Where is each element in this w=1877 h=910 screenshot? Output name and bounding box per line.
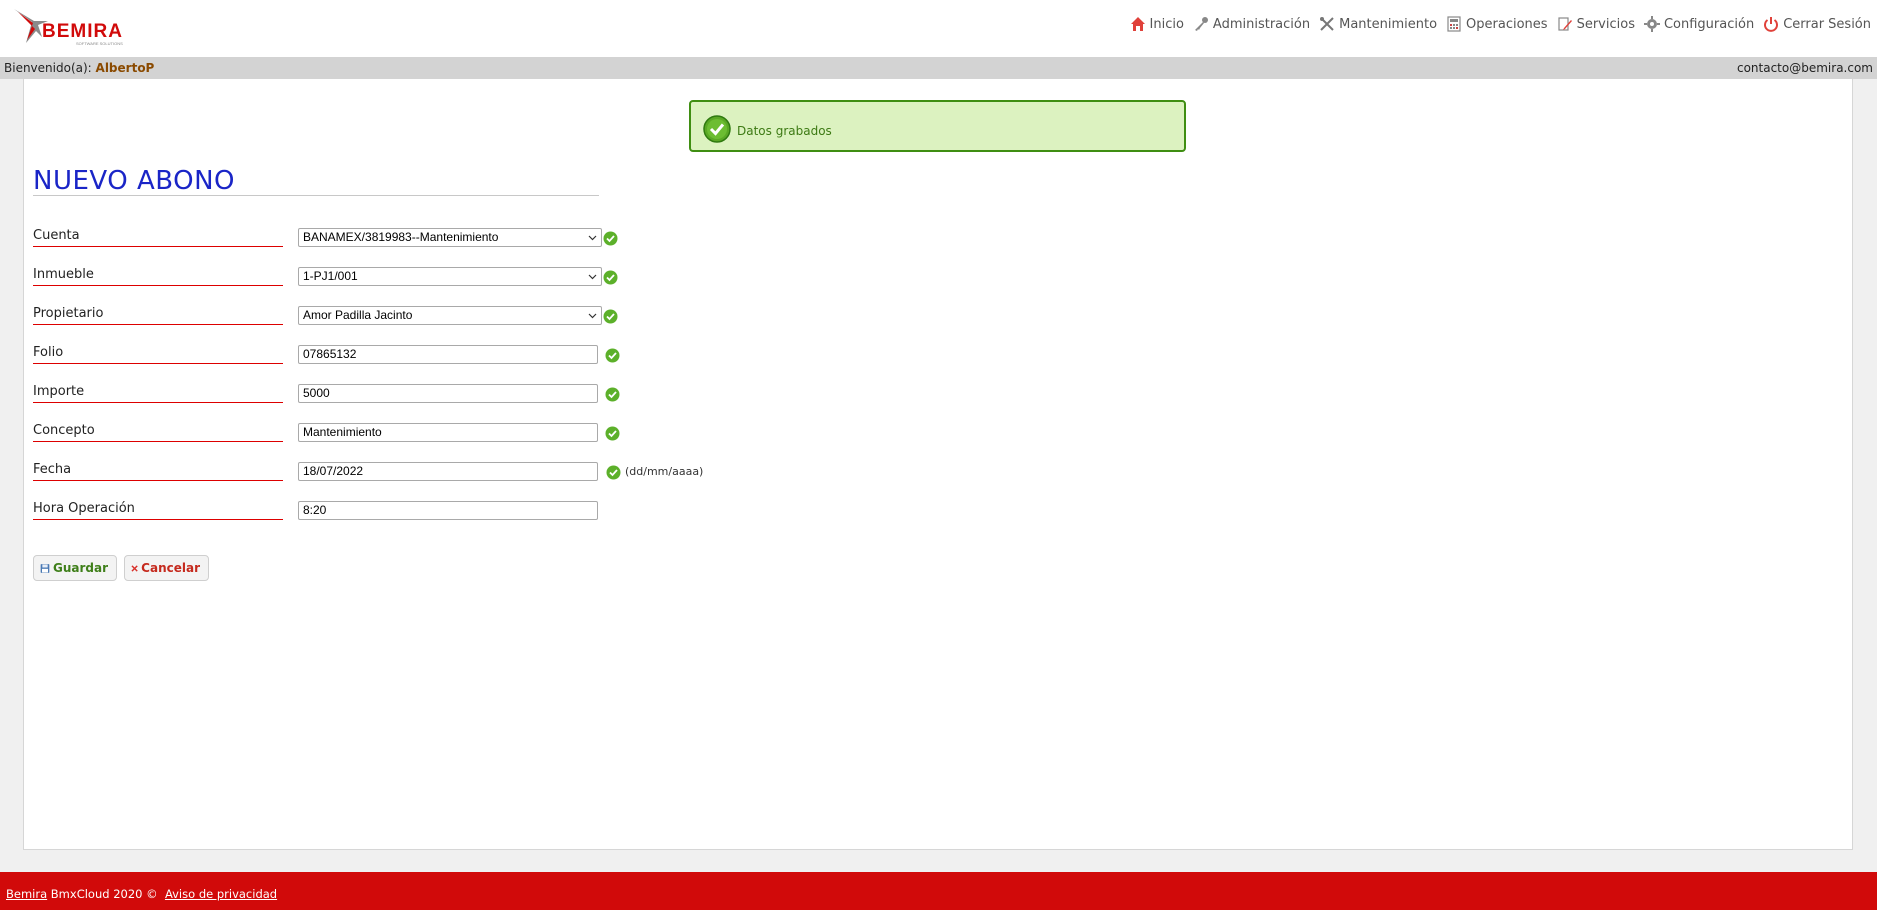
cancel-button-label: Cancelar (141, 561, 200, 575)
nav-mantenimiento[interactable]: Mantenimiento (1319, 16, 1437, 32)
welcome-bar: Bienvenido(a): AlbertoP contacto@bemira.… (0, 57, 1877, 79)
valid-check-icon (605, 426, 620, 441)
privacy-link[interactable]: Aviso de privacidad (165, 887, 277, 901)
nav-operaciones[interactable]: Operaciones (1446, 16, 1548, 32)
nav-servicios-label: Servicios (1576, 16, 1635, 32)
folio-input[interactable]: 07865132 (298, 345, 598, 364)
floppy-disk-icon (40, 563, 50, 573)
page-title: NUEVO ABONO (33, 166, 236, 196)
nav-administracion[interactable]: Administración (1193, 16, 1310, 32)
footer-brand-link[interactable]: Bemira (6, 887, 47, 901)
header: BEMIRA SOFTWARE SOLUTIONS Inicio Adminis… (0, 0, 1877, 57)
footer-content: Bemira BmxCloud 2020 © Aviso de privacid… (6, 887, 277, 901)
cuenta-label: Cuenta (33, 228, 283, 247)
chevron-down-icon (588, 235, 597, 241)
nav-inicio-label: Inicio (1149, 16, 1184, 32)
close-icon (131, 564, 138, 572)
nav-operaciones-label: Operaciones (1466, 16, 1548, 32)
valid-check-icon (603, 309, 618, 324)
title-divider (33, 195, 599, 196)
hora-label: Hora Operación (33, 501, 283, 520)
row-propietario: Propietario Amor Padilla Jacinto (33, 306, 733, 336)
fecha-label: Fecha (33, 462, 283, 481)
contact-email: contacto@bemira.com (1736, 61, 1873, 75)
check-circle-icon (703, 115, 731, 143)
inmueble-value: 1-PJ1/001 (303, 269, 358, 283)
nav-configuracion[interactable]: Configuración (1643, 16, 1755, 32)
home-icon (1130, 17, 1145, 31)
chevron-down-icon (588, 313, 597, 319)
logo-tagline: SOFTWARE SOLUTIONS (76, 41, 123, 46)
folio-label: Folio (33, 345, 283, 364)
welcome-text: Bienvenido(a): AlbertoP (4, 61, 154, 75)
row-importe: Importe 5000 (33, 384, 733, 414)
row-inmueble: Inmueble 1-PJ1/001 (33, 267, 733, 297)
nav-cerrar-sesion[interactable]: Cerrar Sesión (1763, 16, 1871, 32)
welcome-prefix: Bienvenido(a): (4, 61, 92, 75)
valid-check-icon (605, 387, 620, 402)
calculator-icon (1447, 16, 1461, 32)
propietario-value: Amor Padilla Jacinto (303, 308, 413, 322)
valid-check-icon (603, 231, 618, 246)
save-button-label: Guardar (52, 561, 108, 575)
cuenta-value: BANAMEX/3819983--Mantenimiento (303, 230, 499, 244)
tools-icon (1320, 17, 1334, 31)
nav-servicios[interactable]: Servicios (1557, 16, 1635, 32)
importe-input[interactable]: 5000 (298, 384, 598, 403)
main-nav: Inicio Administración Mantenimiento Oper… (1121, 16, 1871, 32)
valid-check-icon (606, 465, 621, 480)
document-edit-icon (1557, 17, 1572, 31)
nav-mantenimiento-label: Mantenimiento (1339, 16, 1438, 32)
concepto-label: Concepto (33, 423, 283, 442)
bemira-logo[interactable]: BEMIRA SOFTWARE SOLUTIONS (12, 7, 142, 49)
nav-configuracion-label: Configuración (1663, 16, 1755, 32)
importe-label: Importe (33, 384, 283, 403)
fecha-format-hint: (dd/mm/aaaa) (625, 465, 704, 478)
inmueble-label: Inmueble (33, 267, 283, 286)
valid-check-icon (603, 270, 618, 285)
inmueble-select[interactable]: 1-PJ1/001 (298, 267, 602, 286)
chevron-down-icon (588, 274, 597, 280)
logo-text: BEMIRA (42, 21, 123, 42)
row-cuenta: Cuenta BANAMEX/3819983--Mantenimiento (33, 228, 733, 258)
row-concepto: Concepto Mantenimiento (33, 423, 733, 453)
footer-copyright: BmxCloud 2020 © (50, 887, 158, 901)
nav-inicio[interactable]: Inicio (1130, 16, 1184, 32)
fecha-input[interactable]: 18/07/2022 (298, 462, 598, 481)
row-hora: Hora Operación 8:20 (33, 501, 733, 531)
success-alert: Datos grabados (689, 100, 1186, 152)
cancel-button[interactable]: Cancelar (124, 555, 209, 581)
gear-icon (1643, 16, 1660, 32)
nav-cerrar-sesion-label: Cerrar Sesión (1783, 16, 1871, 32)
row-fecha: Fecha 18/07/2022 (dd/mm/aaaa) (33, 462, 733, 492)
footer: Bemira BmxCloud 2020 © Aviso de privacid… (0, 872, 1877, 910)
key-icon (1194, 17, 1208, 31)
username: AlbertoP (95, 61, 155, 75)
power-icon (1764, 17, 1779, 32)
save-button[interactable]: Guardar (33, 555, 117, 581)
row-folio: Folio 07865132 (33, 345, 733, 375)
propietario-select[interactable]: Amor Padilla Jacinto (298, 306, 602, 325)
valid-check-icon (605, 348, 620, 363)
concepto-input[interactable]: Mantenimiento (298, 423, 598, 442)
nav-administracion-label: Administración (1212, 16, 1311, 32)
hora-input[interactable]: 8:20 (298, 501, 598, 520)
alert-message: Datos grabados (737, 124, 832, 138)
propietario-label: Propietario (33, 306, 283, 325)
cuenta-select[interactable]: BANAMEX/3819983--Mantenimiento (298, 228, 602, 247)
